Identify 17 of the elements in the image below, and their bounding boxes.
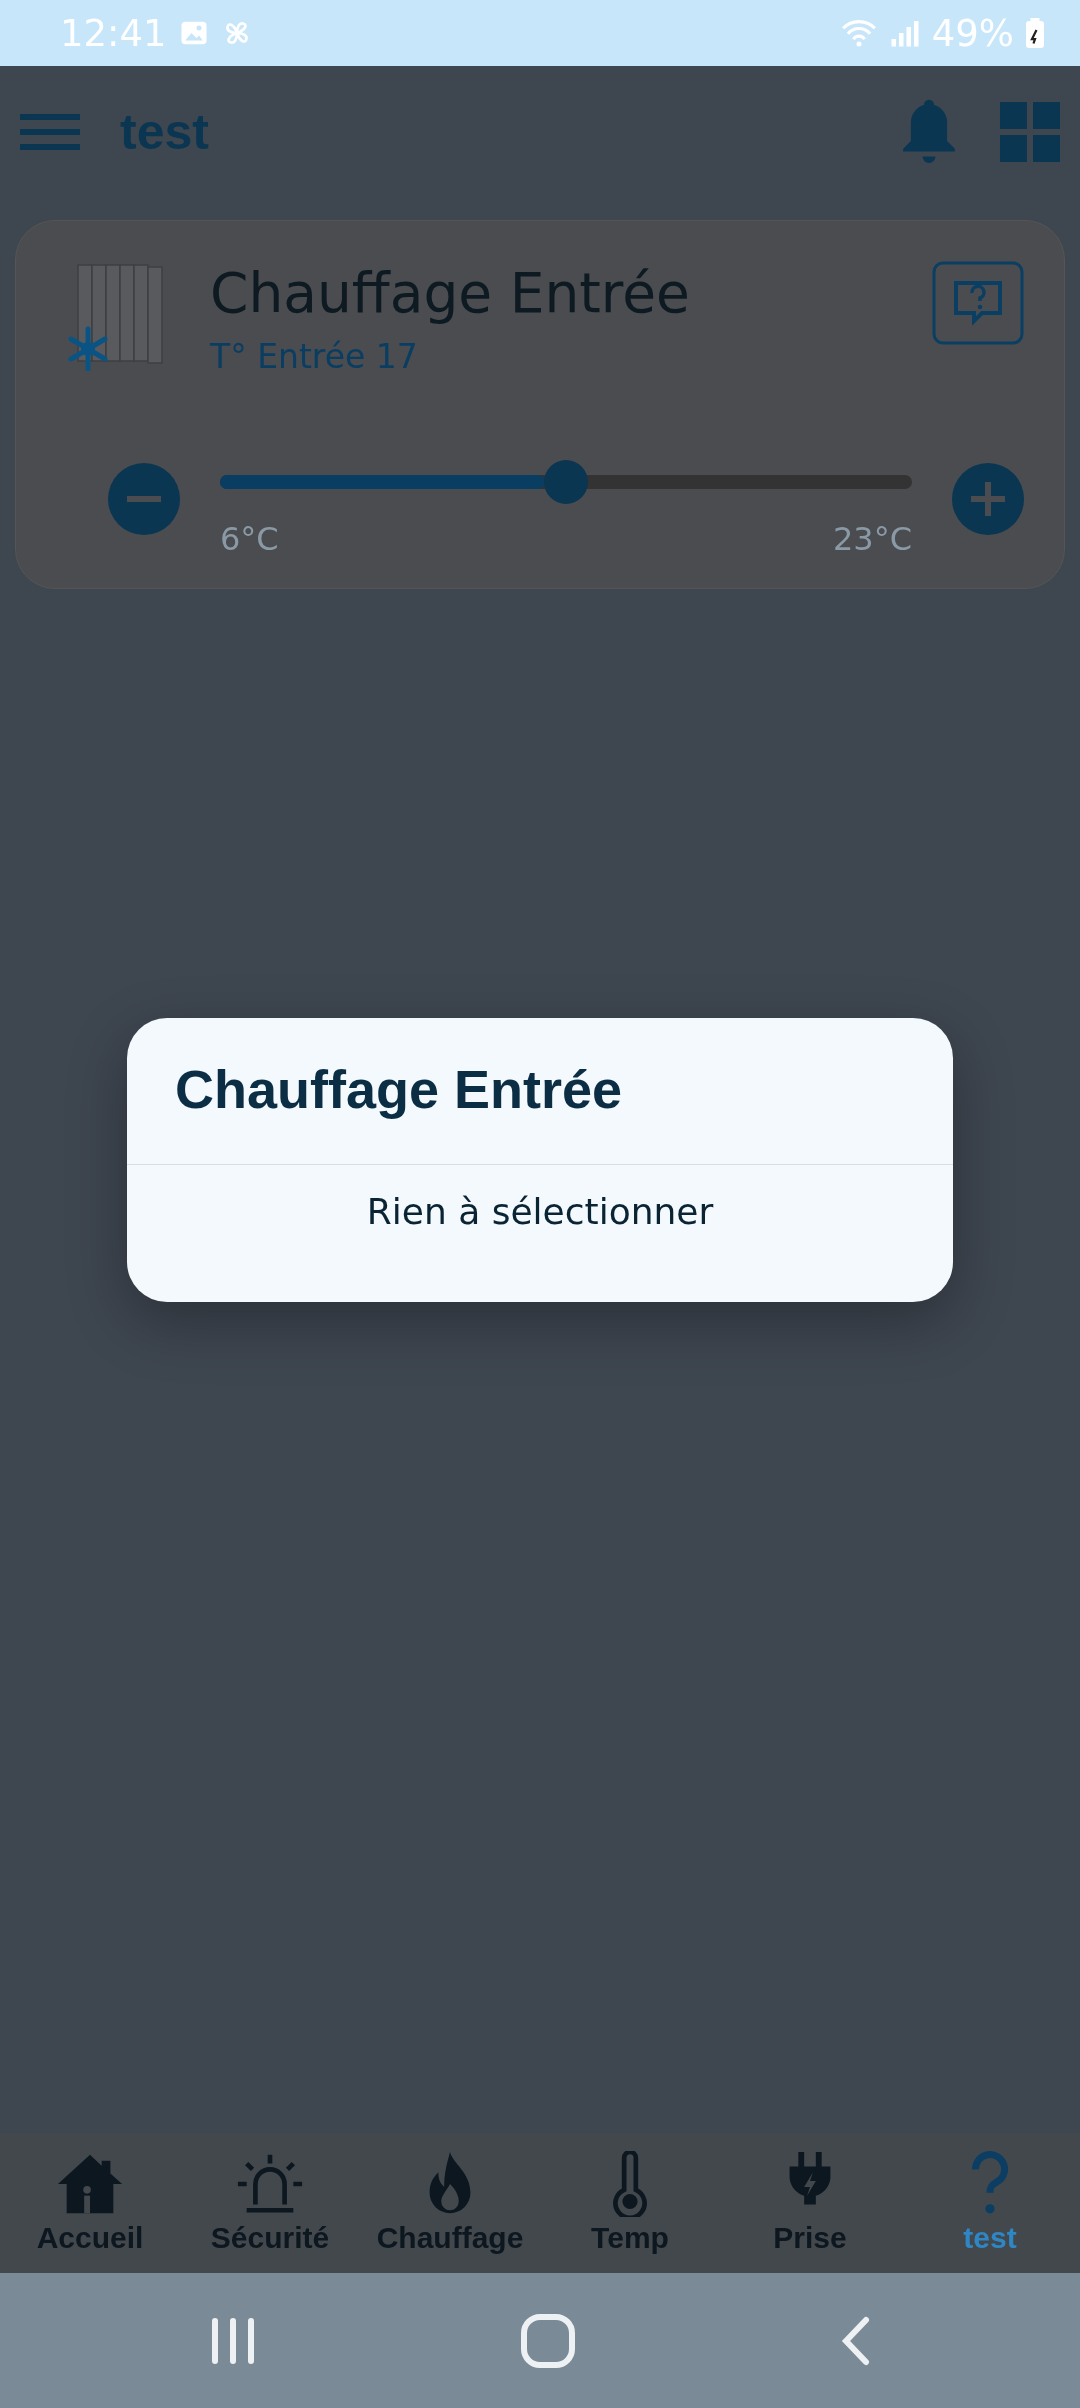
dialog-message: Rien à sélectionner	[365, 1190, 715, 1234]
slider-thumb[interactable]	[543, 460, 588, 504]
help-chat-icon[interactable]	[932, 261, 1024, 345]
nav-tab[interactable]: test	[900, 2133, 1080, 2273]
dialog-title: Chauffage Entrée	[127, 1018, 953, 1165]
signal-icon	[889, 18, 920, 48]
max-label: 23°C	[832, 520, 912, 558]
device-subtitle: T° Entrée 17	[210, 337, 419, 376]
home-button-icon[interactable]	[521, 2313, 575, 2368]
battery-icon	[1026, 18, 1044, 48]
min-label: 6°C	[220, 520, 279, 558]
device-title: Chauffage Entrée	[210, 261, 691, 325]
plus-button[interactable]	[952, 463, 1024, 535]
wifi-icon	[839, 17, 878, 49]
minus-button[interactable]	[108, 463, 180, 535]
grid-icon[interactable]	[1000, 102, 1060, 162]
menu-icon[interactable]	[20, 112, 80, 152]
